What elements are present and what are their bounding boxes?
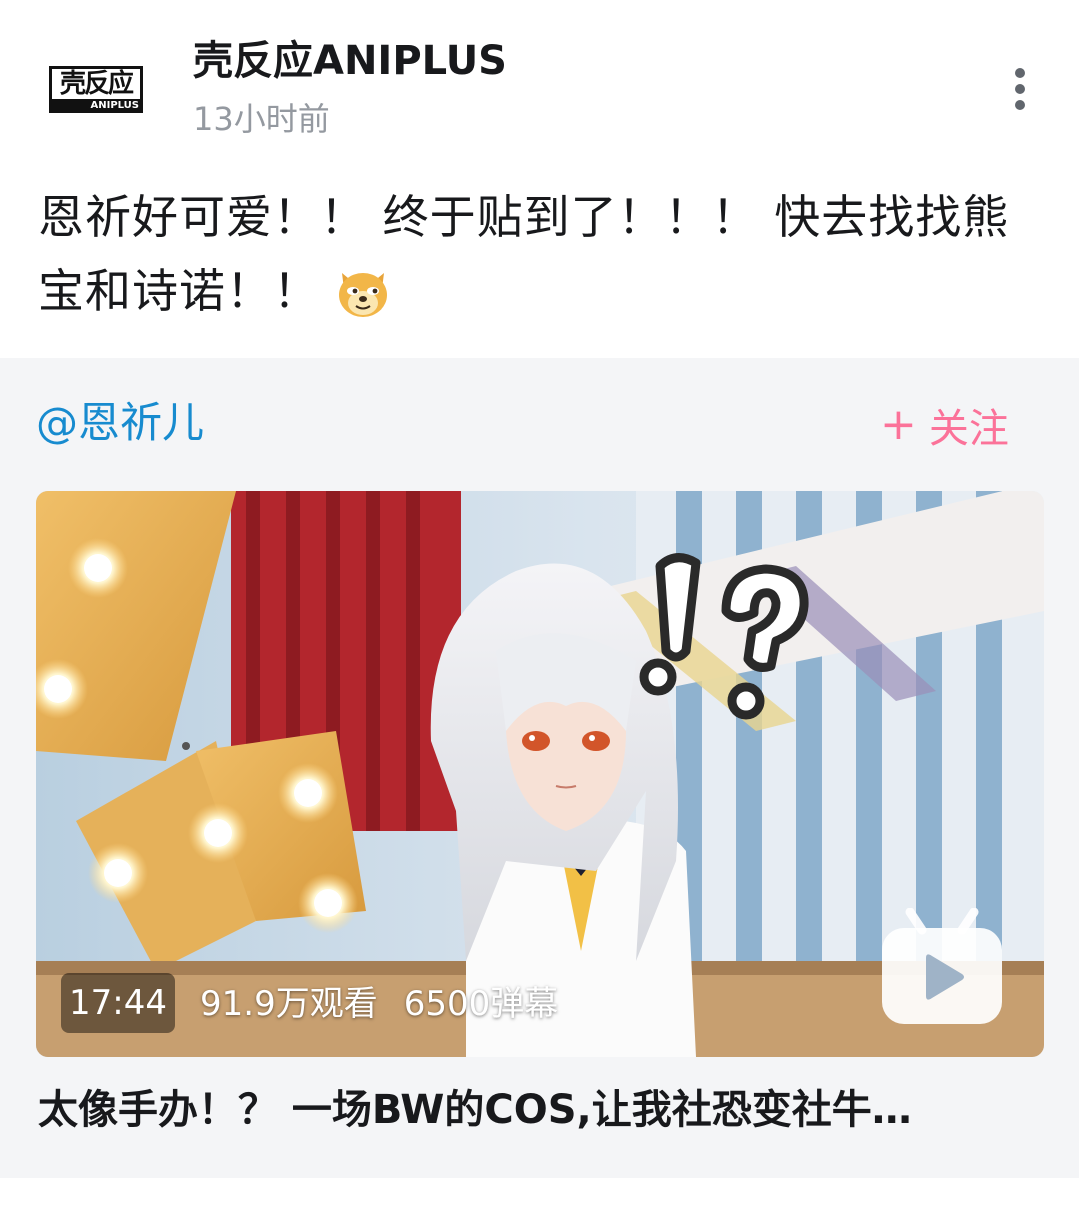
doge-emoji-icon (334, 263, 392, 321)
author-avatar[interactable]: 壳反应 ANIPLUS (32, 32, 160, 144)
logo-bottom-text: ANIPLUS (49, 99, 143, 113)
danmaku-count: 6500弹幕 (403, 984, 559, 1024)
logo-top-text: 壳反应 (49, 66, 143, 99)
post-time: 13小时前 (193, 100, 330, 138)
video-duration: 17:44 (61, 973, 175, 1033)
follow-label: 关注 (928, 406, 1009, 452)
author-name[interactable]: 壳反应ANIPLUS (193, 34, 507, 88)
video-stats: 91.9万观看 6500弹幕 (200, 978, 558, 1030)
video-title[interactable]: 太像手办！？ 一场BW的COS,让我社恐变社牛… (38, 1082, 1048, 1138)
view-count: 91.9万观看 (200, 984, 378, 1024)
post-text-content: 恩祈好可爱！！ 终于贴到了！！！ 快去找找熊宝和诗诺！！ (38, 190, 1010, 318)
mention-link[interactable]: @恩祈儿 (36, 395, 204, 451)
bilibili-tv-icon (880, 907, 1004, 1028)
more-options-icon[interactable] (1000, 64, 1040, 114)
plus-icon: + (880, 399, 917, 450)
aniplus-logo: 壳反应 ANIPLUS (49, 66, 143, 113)
post-text: 恩祈好可爱！！ 终于贴到了！！！ 快去找找熊宝和诗诺！！ (38, 180, 1048, 328)
follow-button[interactable]: + 关注 (880, 399, 1009, 453)
